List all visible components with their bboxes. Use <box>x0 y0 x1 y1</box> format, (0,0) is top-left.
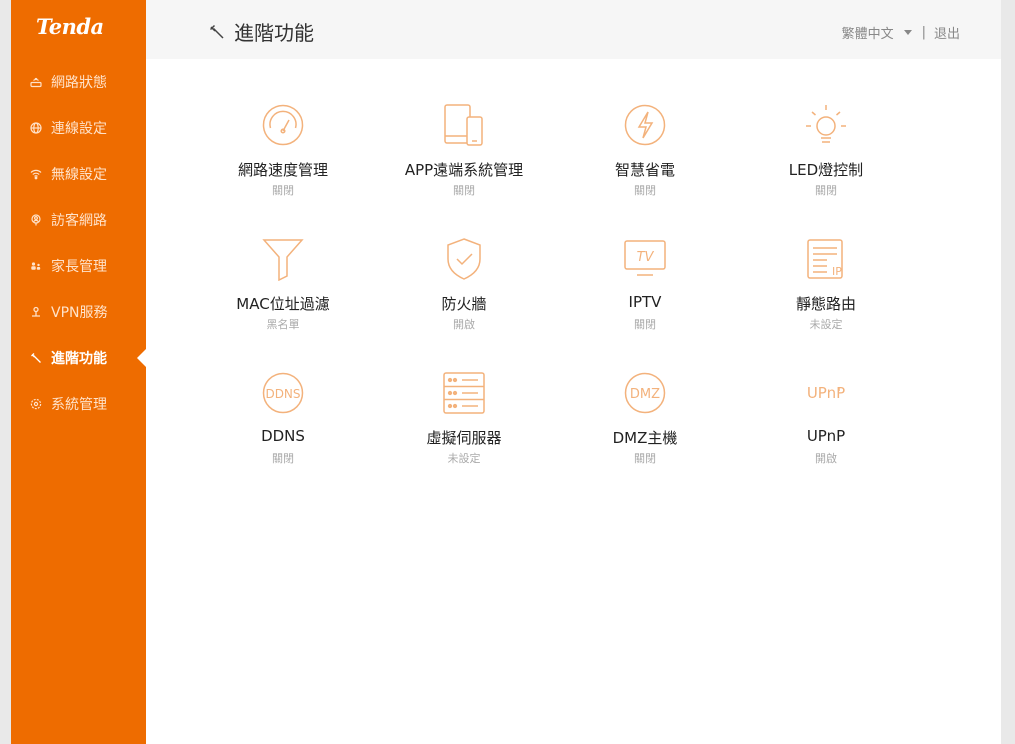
wrench-icon <box>29 351 43 365</box>
settings-icon <box>29 397 43 411</box>
power-save-icon <box>623 103 667 147</box>
header-actions: 繁體中文 | 退出 <box>842 23 960 42</box>
devices-icon <box>442 103 486 147</box>
bulb-icon <box>804 103 848 147</box>
ddns-icon: DDNS <box>261 371 305 415</box>
dmz-icon: DMZ <box>623 371 667 415</box>
sidebar: Tenda 網路狀態 連線設定 無線設定 訪客網路 家長管理 VPN服務 進階功… <box>11 0 146 744</box>
server-icon <box>442 371 486 415</box>
sidebar-item-label: 進階功能 <box>51 351 107 367</box>
sidebar-item-label: VPN服務 <box>51 305 108 321</box>
caret-down-icon <box>903 30 912 35</box>
page-title: 進階功能 <box>208 17 314 46</box>
feature-label: IPTV <box>628 293 662 311</box>
feature-iptv[interactable]: TV IPTV 關閉 <box>570 237 720 347</box>
tv-icon-text: TV <box>637 250 655 265</box>
feature-dmz-host[interactable]: DMZ DMZ主機 關閉 <box>570 371 720 481</box>
sidebar-item-network-status[interactable]: 網路狀態 <box>11 59 146 105</box>
ip-icon-text: IP <box>832 265 842 278</box>
feature-app-remote-management[interactable]: APP遠端系統管理 關閉 <box>389 103 539 213</box>
sidebar-item-connection-settings[interactable]: 連線設定 <box>11 105 146 151</box>
feature-bandwidth-control[interactable]: 網路速度管理 關閉 <box>208 103 358 213</box>
speedometer-icon <box>261 103 305 147</box>
upnp-icon-text: UPnP <box>807 384 845 402</box>
static-route-icon: IP <box>804 237 848 281</box>
feature-upnp[interactable]: UPnP UPnP 開啟 <box>751 371 901 481</box>
feature-status: 未設定 <box>809 318 843 331</box>
feature-label: DMZ主機 <box>612 429 678 447</box>
main-content: 進階功能 繁體中文 | 退出 網路速度管理 關閉 APP遠端系統管理 關閉 智慧… <box>146 0 1001 744</box>
separator: | <box>921 25 926 40</box>
sidebar-item-advanced-features[interactable]: 進階功能 <box>11 335 146 381</box>
top-bar: 進階功能 繁體中文 | 退出 <box>146 0 1001 59</box>
sidebar-item-guest-network[interactable]: 訪客網路 <box>11 197 146 243</box>
dmz-icon-text: DMZ <box>630 387 660 402</box>
feature-label: MAC位址過濾 <box>236 295 330 313</box>
feature-status: 關閉 <box>272 452 294 465</box>
sidebar-item-vpn-service[interactable]: VPN服務 <box>11 289 146 335</box>
sidebar-item-label: 訪客網路 <box>51 213 107 229</box>
feature-smart-power-saving[interactable]: 智慧省電 關閉 <box>570 103 720 213</box>
wrench-icon <box>209 24 224 39</box>
globe-icon <box>29 121 43 135</box>
feature-label: APP遠端系統管理 <box>404 161 524 179</box>
language-label: 繁體中文 <box>841 27 894 42</box>
feature-status: 關閉 <box>634 318 656 331</box>
upnp-icon: UPnP <box>804 371 848 415</box>
feature-status: 關閉 <box>634 452 656 465</box>
feature-status: 開啟 <box>453 318 475 331</box>
feature-label: 網路速度管理 <box>237 161 328 179</box>
feature-label: DDNS <box>261 427 305 445</box>
shield-icon <box>442 237 486 281</box>
feature-label: 虛擬伺服器 <box>426 429 502 447</box>
parental-icon <box>29 259 43 273</box>
vpn-icon <box>29 305 43 319</box>
sidebar-item-parental-control[interactable]: 家長管理 <box>11 243 146 289</box>
feature-label: LED燈控制 <box>788 161 864 179</box>
router-icon <box>29 75 43 89</box>
filter-icon <box>261 237 305 281</box>
sidebar-nav: 網路狀態 連線設定 無線設定 訪客網路 家長管理 VPN服務 進階功能 系統管理 <box>11 59 146 427</box>
sidebar-item-system-management[interactable]: 系統管理 <box>11 381 146 427</box>
feature-status: 開啟 <box>815 452 837 465</box>
feature-status: 關閉 <box>453 184 475 197</box>
sidebar-item-label: 網路狀態 <box>51 75 107 91</box>
sidebar-item-wireless-settings[interactable]: 無線設定 <box>11 151 146 197</box>
wifi-icon <box>29 167 43 181</box>
feature-status: 關閉 <box>634 184 656 197</box>
feature-status: 關閉 <box>272 184 294 197</box>
sidebar-item-label: 家長管理 <box>51 259 107 275</box>
logout-link[interactable]: 退出 <box>934 23 960 42</box>
feature-status: 未設定 <box>447 452 481 465</box>
feature-mac-filter[interactable]: MAC位址過濾 黑名單 <box>208 237 358 347</box>
feature-virtual-server[interactable]: 虛擬伺服器 未設定 <box>389 371 539 481</box>
sidebar-item-label: 系統管理 <box>51 397 107 413</box>
sidebar-item-label: 無線設定 <box>51 167 107 183</box>
ddns-icon-text: DDNS <box>265 387 300 401</box>
language-select[interactable]: 繁體中文 <box>842 23 912 42</box>
feature-label: 防火牆 <box>441 295 487 313</box>
feature-status: 關閉 <box>815 184 837 197</box>
sidebar-item-label: 連線設定 <box>51 121 107 137</box>
page-title-text: 進階功能 <box>234 21 314 45</box>
feature-label: 智慧省電 <box>614 161 675 179</box>
feature-ddns[interactable]: DDNS DDNS 關閉 <box>208 371 358 481</box>
feature-status: 黑名單 <box>266 318 300 331</box>
tenda-logo: Tenda <box>36 14 104 39</box>
feature-led-control[interactable]: LED燈控制 關閉 <box>751 103 901 213</box>
feature-label: 靜態路由 <box>795 295 856 313</box>
tv-icon: TV <box>623 237 667 281</box>
guest-icon <box>29 213 43 227</box>
feature-static-routing[interactable]: IP 靜態路由 未設定 <box>751 237 901 347</box>
feature-label: UPnP <box>806 427 846 445</box>
feature-firewall[interactable]: 防火牆 開啟 <box>389 237 539 347</box>
